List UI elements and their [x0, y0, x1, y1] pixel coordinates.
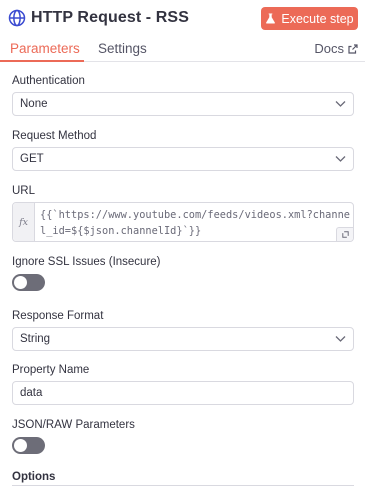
ignore-ssl-label: Ignore SSL Issues (Insecure)	[12, 256, 161, 268]
request-method-select[interactable]: GET	[12, 147, 354, 171]
chevron-down-icon	[335, 336, 346, 342]
authentication-select[interactable]: None	[12, 92, 354, 116]
execute-step-label: Execute step	[281, 11, 354, 26]
url-label: URL	[12, 185, 36, 197]
property-name-label: Property Name	[12, 364, 90, 376]
response-format-value: String	[20, 333, 51, 345]
tab-parameters[interactable]: Parameters	[10, 41, 80, 56]
property-name-input[interactable]: data	[12, 381, 354, 405]
execute-step-button[interactable]: Execute step	[261, 7, 358, 30]
docs-label: Docs	[314, 41, 344, 56]
docs-link[interactable]: Docs	[314, 41, 358, 56]
chevron-down-icon	[335, 101, 346, 107]
globe-icon	[8, 9, 26, 27]
chevron-down-icon	[335, 156, 346, 162]
response-format-label: Response Format	[12, 310, 104, 322]
active-tab-indicator	[0, 60, 84, 62]
authentication-value: None	[20, 98, 48, 110]
node-title: HTTP Request - RSS	[31, 9, 189, 26]
toggle-knob	[14, 276, 27, 289]
tab-settings[interactable]: Settings	[98, 41, 147, 56]
toggle-knob	[14, 439, 27, 452]
expand-editor-button[interactable]	[336, 227, 353, 241]
response-format-select[interactable]: String	[12, 327, 354, 351]
ignore-ssl-toggle[interactable]	[12, 274, 45, 291]
request-method-value: GET	[20, 153, 44, 165]
expand-icon	[341, 231, 349, 238]
json-raw-label: JSON/RAW Parameters	[12, 419, 135, 431]
external-link-icon	[348, 43, 358, 54]
options-label: Options	[12, 471, 56, 483]
url-expression-field[interactable]: fx {{`https://www.youtube.com/feeds/vide…	[12, 202, 354, 242]
options-divider	[12, 485, 354, 486]
request-method-label: Request Method	[12, 130, 97, 142]
authentication-label: Authentication	[12, 75, 85, 87]
json-raw-toggle[interactable]	[12, 437, 45, 454]
tab-bar: Parameters Settings Docs	[0, 36, 365, 62]
property-name-value: data	[20, 387, 43, 399]
url-expression[interactable]: {{`https://www.youtube.com/feeds/videos.…	[40, 207, 352, 239]
fx-badge: fx	[13, 203, 35, 241]
flask-icon	[266, 13, 276, 24]
node-header: HTTP Request - RSS Execute step	[0, 0, 365, 36]
